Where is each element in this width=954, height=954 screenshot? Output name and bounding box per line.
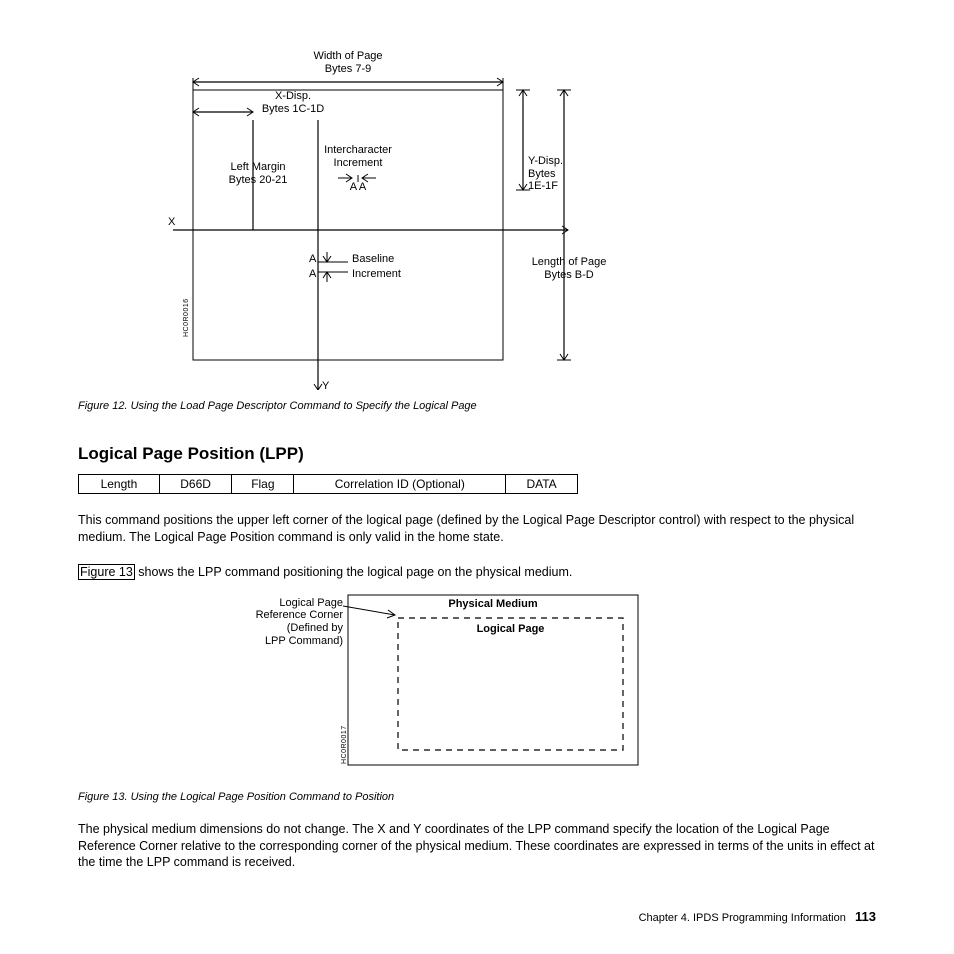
increment2-label: Increment	[352, 268, 401, 281]
logical-page-label: Logical Page	[398, 623, 623, 636]
y-axis-label: Y	[322, 380, 329, 393]
table-cell: Flag	[232, 475, 294, 494]
length-of-page-label: Length of Page Bytes B-D	[524, 256, 614, 281]
paragraph-3: The physical medium dimensions do not ch…	[78, 821, 876, 872]
x-axis-label: X	[168, 216, 175, 229]
width-of-page-label: Width of Page Bytes 7-9	[193, 50, 503, 75]
physical-medium-label: Physical Medium	[348, 598, 638, 611]
a1-label: A	[309, 253, 316, 266]
figure-13: Logical Page Reference Corner (Defined b…	[193, 591, 653, 771]
intercharacter-label: Intercharacter Increment	[318, 144, 398, 169]
x-disp-label: X-Disp. Bytes 1C-1D	[253, 90, 333, 115]
paragraph-2: Figure 13 shows the LPP command position…	[78, 564, 876, 581]
table-cell: Length	[79, 475, 160, 494]
y-disp-label: Y-Disp. Bytes 1E-1F	[528, 155, 578, 193]
figure-12-code: HC0R0016	[183, 298, 191, 337]
table-cell: DATA	[506, 475, 578, 494]
chapter-label: Chapter 4. IPDS Programming Information	[639, 912, 846, 924]
left-margin-label: Left Margin Bytes 20-21	[218, 161, 298, 186]
figure-12-caption: Figure 12. Using the Load Page Descripto…	[78, 400, 876, 412]
paragraph-1: This command positions the upper left co…	[78, 512, 876, 546]
table-cell: Correlation ID (Optional)	[294, 475, 506, 494]
figure-13-caption: Figure 13. Using the Logical Page Positi…	[78, 791, 876, 803]
figure-13-code: HC0R0017	[341, 725, 349, 764]
figure-12: Width of Page Bytes 7-9 X-Disp. Bytes 1C…	[168, 60, 598, 390]
a2-label: A	[309, 268, 316, 281]
aa-label: A A	[338, 181, 378, 194]
figure-13-link[interactable]: Figure 13	[78, 564, 135, 580]
page-number: 113	[855, 909, 876, 924]
table-cell: D66D	[159, 475, 231, 494]
logical-page-ref-label: Logical Page Reference Corner (Defined b…	[248, 597, 343, 648]
baseline-label: Baseline	[352, 253, 394, 266]
command-format-table: Length D66D Flag Correlation ID (Optiona…	[78, 474, 578, 494]
section-heading: Logical Page Position (LPP)	[78, 444, 876, 464]
page-footer: Chapter 4. IPDS Programming Information …	[639, 909, 876, 924]
